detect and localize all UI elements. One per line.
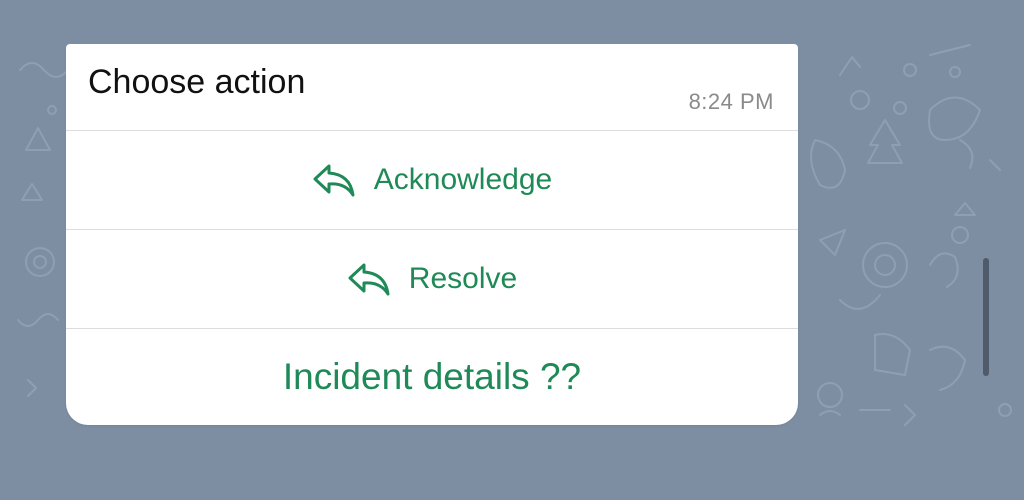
message-bubble: Choose action 8:24 PM Acknowledge Resolv…	[66, 44, 798, 425]
message-time: 8:24 PM	[688, 89, 774, 114]
message-header: Choose action 8:24 PM	[66, 44, 798, 130]
reply-arrow-icon	[347, 261, 391, 297]
incident-details-label: Incident details ??	[282, 356, 582, 397]
incident-details-button[interactable]: Incident details ??	[66, 329, 798, 425]
acknowledge-button[interactable]: Acknowledge	[66, 131, 798, 229]
scrollbar[interactable]	[983, 258, 989, 376]
resolve-button[interactable]: Resolve	[66, 230, 798, 328]
reply-arrow-icon	[312, 162, 356, 198]
resolve-label: Resolve	[408, 262, 518, 295]
acknowledge-label: Acknowledge	[373, 163, 553, 196]
message-title: Choose action	[88, 63, 306, 101]
